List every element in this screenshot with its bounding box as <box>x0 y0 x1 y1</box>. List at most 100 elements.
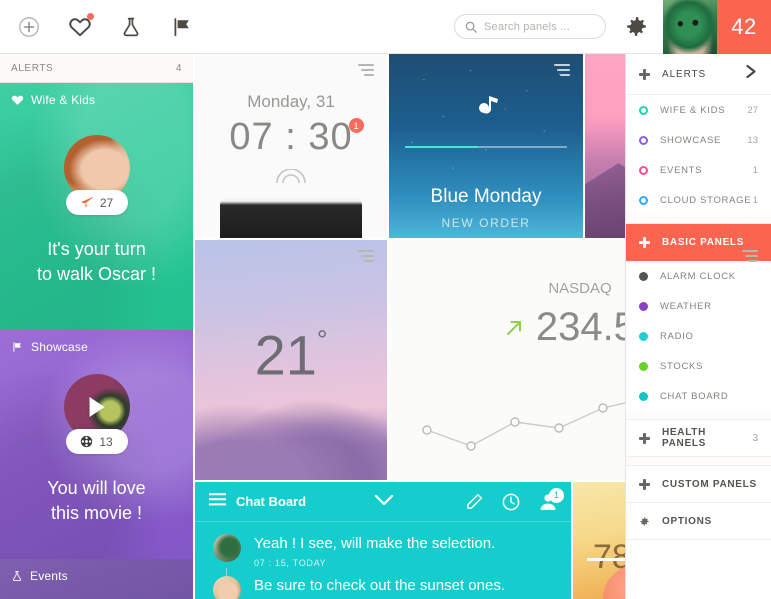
card-title-row: Events <box>11 569 68 583</box>
alarm-time-row: 07 : 30 1 <box>195 116 387 159</box>
add-circle-icon[interactable] <box>14 12 44 42</box>
gear-icon <box>639 515 650 528</box>
card-message-line2: this movie ! <box>50 503 143 523</box>
weather-temperature: 21 <box>254 323 317 387</box>
track-title: Blue Monday <box>430 186 542 207</box>
sidebar-item-label: WEATHER <box>660 300 712 312</box>
alert-count-pill: 13 <box>65 429 128 454</box>
status-ring-icon <box>639 195 648 205</box>
alert-count-pill: 27 <box>65 190 128 215</box>
message-body: Yeah ! I see, will make the selection. 0… <box>254 534 495 568</box>
panel-menu-icon[interactable] <box>742 250 758 265</box>
sidebar-item-alarm-clock[interactable]: ALARM CLOCK <box>626 261 771 291</box>
chevron-down-icon[interactable] <box>374 493 394 511</box>
playback-progress[interactable] <box>405 146 567 148</box>
chat-title: Chat Board <box>236 494 307 509</box>
message-avatar <box>213 576 241 599</box>
status-ring-icon <box>639 105 648 115</box>
sidebar-divider <box>626 215 771 224</box>
status-ring-icon <box>639 135 648 145</box>
alert-count: 27 <box>99 195 114 210</box>
alerts-header: ALERTS 4 <box>0 54 193 83</box>
panel-alarm-clock[interactable]: Monday, 31 07 : 30 1 <box>195 54 387 238</box>
avatar[interactable] <box>663 0 717 54</box>
sidebar-item-chat-board[interactable]: CHAT BOARD <box>626 381 771 411</box>
chat-menu-icon[interactable] <box>208 492 227 511</box>
chat-person-badge: 1 <box>549 487 564 503</box>
sidebar-section-label: CUSTOM PANELS <box>662 478 757 490</box>
sidebar-section-alerts[interactable]: ALERTS <box>626 54 771 95</box>
sidebar-item-cloud-storage[interactable]: CLOUD STORAGE 1 <box>626 185 771 215</box>
panel-chat-board[interactable]: Chat Board 1 Yeah ! I see, will make the… <box>195 482 571 599</box>
sidebar-item-label: CLOUD STORAGE <box>660 194 752 206</box>
alert-count: 13 <box>99 434 113 449</box>
lab-flask-icon[interactable] <box>116 12 146 42</box>
music-note-icon <box>479 96 498 114</box>
search-area: Search panels ... 42 <box>454 0 771 54</box>
dashboard-app: Search panels ... 42 ALERTS 4 Wife & Kid… <box>0 0 771 599</box>
clock-icon[interactable] <box>502 493 520 511</box>
status-ring-icon <box>639 165 648 175</box>
message-body: Be sure to check out the sunset ones. <box>254 576 505 599</box>
sidebar-item-stocks[interactable]: STOCKS <box>626 351 771 381</box>
card-title: Wife & Kids <box>31 93 96 107</box>
panel-menu-icon[interactable] <box>358 250 374 265</box>
favorites-heart-icon[interactable] <box>65 12 95 42</box>
alert-card-showcase[interactable]: Showcase 13 You will love this movie ! <box>0 330 193 559</box>
alarm-badge: 1 <box>349 118 364 133</box>
chevron-right-icon[interactable] <box>745 64 758 84</box>
card-message-line1: You will love <box>47 478 146 498</box>
panel-weather[interactable]: 21 ° <box>195 240 387 480</box>
gear-icon[interactable] <box>624 14 649 39</box>
panels-sidebar: ALERTS WIFE & KIDS 27 SHOWCASE 13 EVENTS… <box>625 54 771 599</box>
alerts-header-label: ALERTS <box>11 62 54 74</box>
card-body: 27 It's your turn to walk Oscar ! <box>0 83 193 330</box>
avatar-image <box>663 0 717 54</box>
alert-card-wife-kids[interactable]: Wife & Kids 27 It's your turn to walk Os… <box>0 83 193 330</box>
alerts-header-count: 4 <box>175 62 182 74</box>
sidebar-section-options[interactable]: OPTIONS <box>626 503 771 540</box>
card-title-row: Wife & Kids <box>11 93 95 107</box>
panel-menu-icon[interactable] <box>358 64 374 79</box>
sidebar-item-label: CHAT BOARD <box>660 390 729 402</box>
status-dot-icon <box>639 391 648 401</box>
card-title: Showcase <box>31 340 88 354</box>
status-dot-icon <box>639 331 648 341</box>
sidebar-divider <box>626 457 771 466</box>
sidebar-section-custom-panels[interactable]: CUSTOM PANELS <box>626 466 771 503</box>
message-text: Be sure to check out the sunset ones. <box>254 577 505 594</box>
sidebar-item-label: SHOWCASE <box>660 134 722 146</box>
sidebar-item-showcase[interactable]: SHOWCASE 13 <box>626 125 771 155</box>
flag-icon[interactable] <box>167 12 197 42</box>
sidebar-item-radio[interactable]: RADIO <box>626 321 771 351</box>
sidebar-item-weather[interactable]: WEATHER <box>626 291 771 321</box>
sidebar-section-health-panels[interactable]: HEALTH PANELS 3 <box>626 420 771 457</box>
plus-icon <box>639 478 650 490</box>
person-icon[interactable]: 1 <box>539 487 564 511</box>
user-count-badge[interactable]: 42 <box>717 0 771 54</box>
panel-radio[interactable]: Blue Monday NEW ORDER <box>389 54 583 238</box>
speaker-device-image <box>220 198 362 238</box>
chat-actions: 1 <box>466 487 564 511</box>
search-placeholder: Search panels ... <box>484 20 570 33</box>
sidebar-item-events[interactable]: EVENTS 1 <box>626 155 771 185</box>
pencil-icon[interactable] <box>466 493 483 510</box>
card-title-row: Showcase <box>11 340 88 354</box>
alert-card-events[interactable]: Events <box>0 559 193 599</box>
sidebar-item-label: STOCKS <box>660 360 704 372</box>
sidebar-item-count: 1 <box>752 194 758 206</box>
flag-icon <box>13 342 21 352</box>
search-input[interactable]: Search panels ... <box>454 14 606 39</box>
card-message: It's your turn to walk Oscar ! <box>29 237 164 287</box>
sidebar-item-count: 1 <box>752 164 758 176</box>
status-dot-icon <box>639 301 648 311</box>
message-avatar <box>213 534 241 562</box>
sidebar-item-wife-kids[interactable]: WIFE & KIDS 27 <box>626 95 771 125</box>
progress-fill <box>405 146 478 148</box>
alerts-sidebar: ALERTS 4 Wife & Kids 27 It's your turn t… <box>0 54 193 599</box>
card-message-line2: to walk Oscar ! <box>36 264 157 284</box>
chat-message: Be sure to check out the sunset ones. <box>195 568 571 599</box>
cloud-layer <box>195 388 387 480</box>
sidebar-section-label: ALERTS <box>662 68 707 80</box>
panel-menu-icon[interactable] <box>554 64 570 79</box>
